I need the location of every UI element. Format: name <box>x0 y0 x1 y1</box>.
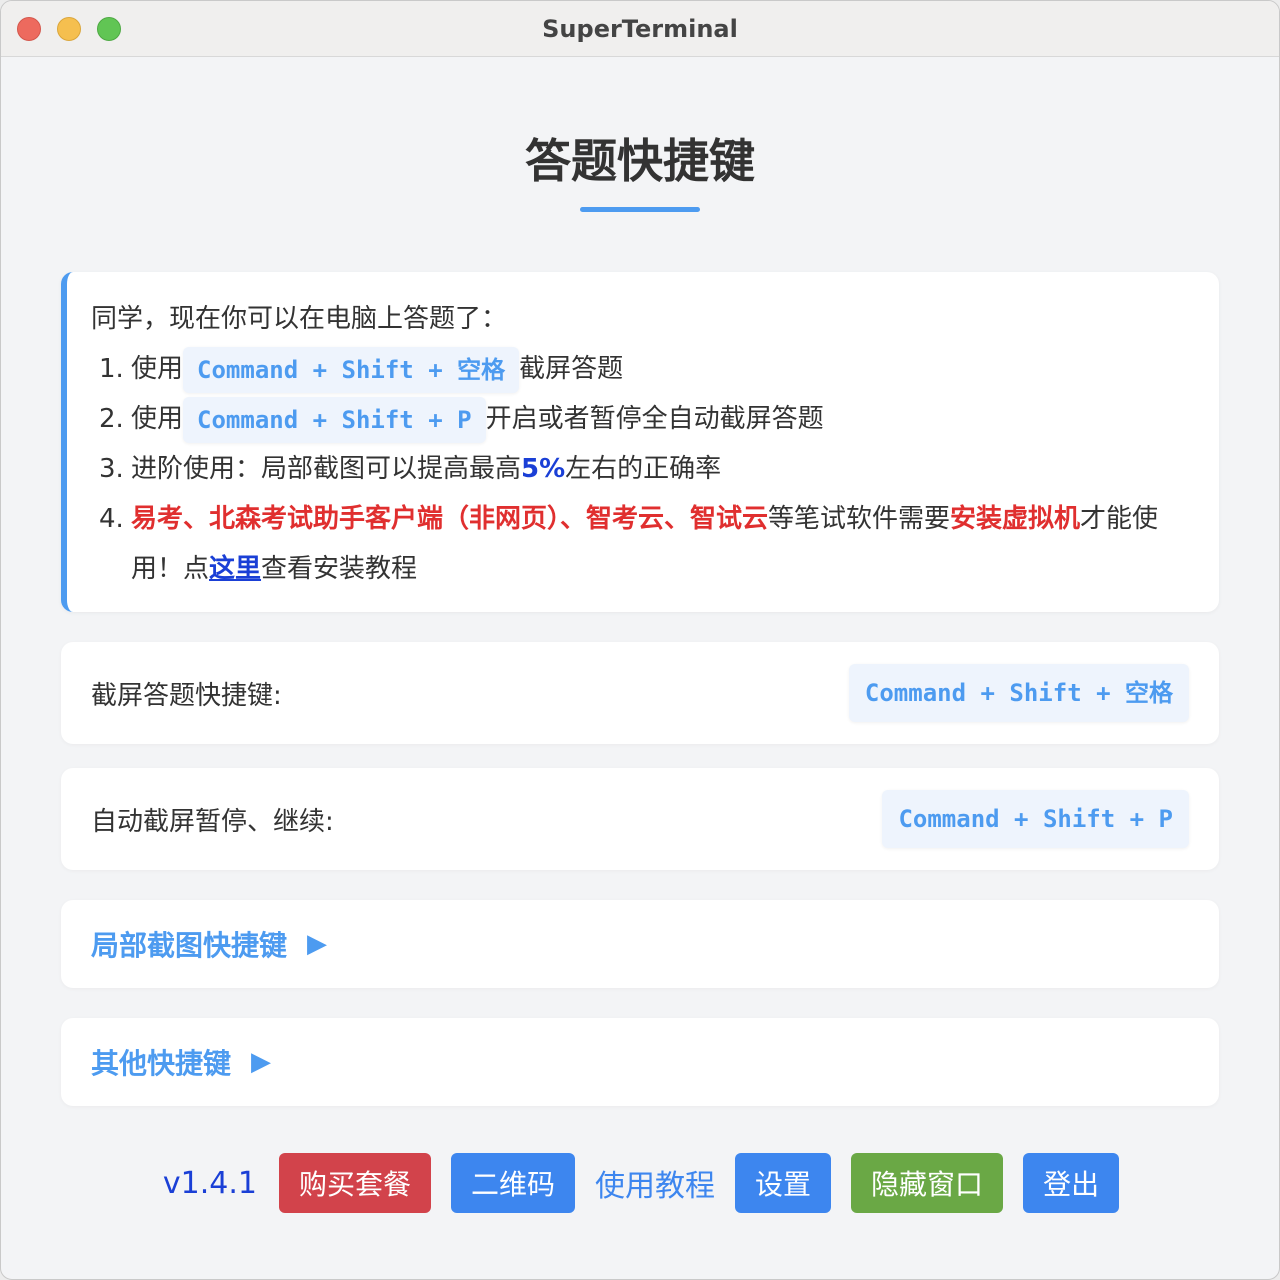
accuracy-percent: 5% <box>521 454 566 484</box>
shortcut-row-screenshot: 截屏答题快捷键: Command + Shift + 空格 <box>61 642 1219 744</box>
expand-arrow-icon: ▶ <box>307 929 328 959</box>
main-content: 答题快捷键 同学，现在你可以在电脑上答题了： 1. 使用 Command + Sh… <box>1 131 1279 1106</box>
shortcut-key: Command + Shift + 空格 <box>848 664 1189 722</box>
intro-list: 1. 使用 Command + Shift + 空格 截屏答题 2. 使用 Comma… <box>91 344 1189 594</box>
window-controls <box>17 17 121 41</box>
section-title: 局部截图快捷键 <box>91 929 288 962</box>
title-underline <box>580 207 700 212</box>
qrcode-button[interactable]: 二维码 <box>451 1153 576 1213</box>
intro-item-3: 3. 进阶使用：局部截图可以提高最高5%左右的正确率 <box>99 454 722 484</box>
section-other-shortcuts[interactable]: 其他快捷键 ▶ <box>61 1018 1219 1106</box>
intro-card: 同学，现在你可以在电脑上答题了： 1. 使用 Command + Shift + … <box>61 272 1219 612</box>
page-title: 答题快捷键 <box>525 134 755 188</box>
intro-greeting: 同学，现在你可以在电脑上答题了： <box>91 304 508 334</box>
close-window-button[interactable] <box>17 17 41 41</box>
shortcut-key-auto: Command + Shift + P <box>183 396 486 443</box>
footer-bar: v1.4.1 购买套餐 二维码 使用教程 设置 隐藏窗口 登出 <box>1 1153 1279 1213</box>
zoom-window-button[interactable] <box>97 17 121 41</box>
install-guide-link[interactable]: 这里 <box>209 554 261 584</box>
intro-item-2: 2. 使用 Command + Shift + P 开启或者暂停全自动截屏答题 <box>99 394 1189 444</box>
shortcut-row-auto: 自动截屏暂停、继续: Command + Shift + P <box>61 768 1219 870</box>
tutorial-link[interactable]: 使用教程 <box>595 1161 715 1205</box>
settings-button[interactable]: 设置 <box>735 1153 832 1213</box>
title-bar: SuperTerminal <box>1 1 1279 57</box>
version-label: v1.4.1 <box>162 1165 257 1201</box>
intro-item-1: 1. 使用 Command + Shift + 空格 截屏答题 <box>99 344 1189 394</box>
shortcut-key: Command + Shift + P <box>882 790 1189 848</box>
app-window: SuperTerminal 答题快捷键 同学，现在你可以在电脑上答题了： 1. … <box>0 0 1280 1280</box>
logout-button[interactable]: 登出 <box>1023 1153 1120 1213</box>
minimize-window-button[interactable] <box>57 17 81 41</box>
intro-item-4: 4. 易考、北森考试助手客户端（非网页）、智考云、智试云等笔试软件需要安装虚拟机… <box>99 504 1159 584</box>
window-title: SuperTerminal <box>542 14 738 43</box>
shortcut-label: 截屏答题快捷键: <box>91 680 282 711</box>
buy-plan-button[interactable]: 购买套餐 <box>279 1153 432 1213</box>
expand-arrow-icon: ▶ <box>251 1047 272 1077</box>
section-title: 其他快捷键 <box>91 1047 232 1080</box>
shortcut-label: 自动截屏暂停、继续: <box>91 806 334 837</box>
shortcut-key-screenshot: Command + Shift + 空格 <box>183 346 520 393</box>
section-partial-screenshot[interactable]: 局部截图快捷键 ▶ <box>61 900 1219 988</box>
hide-window-button[interactable]: 隐藏窗口 <box>851 1153 1004 1213</box>
